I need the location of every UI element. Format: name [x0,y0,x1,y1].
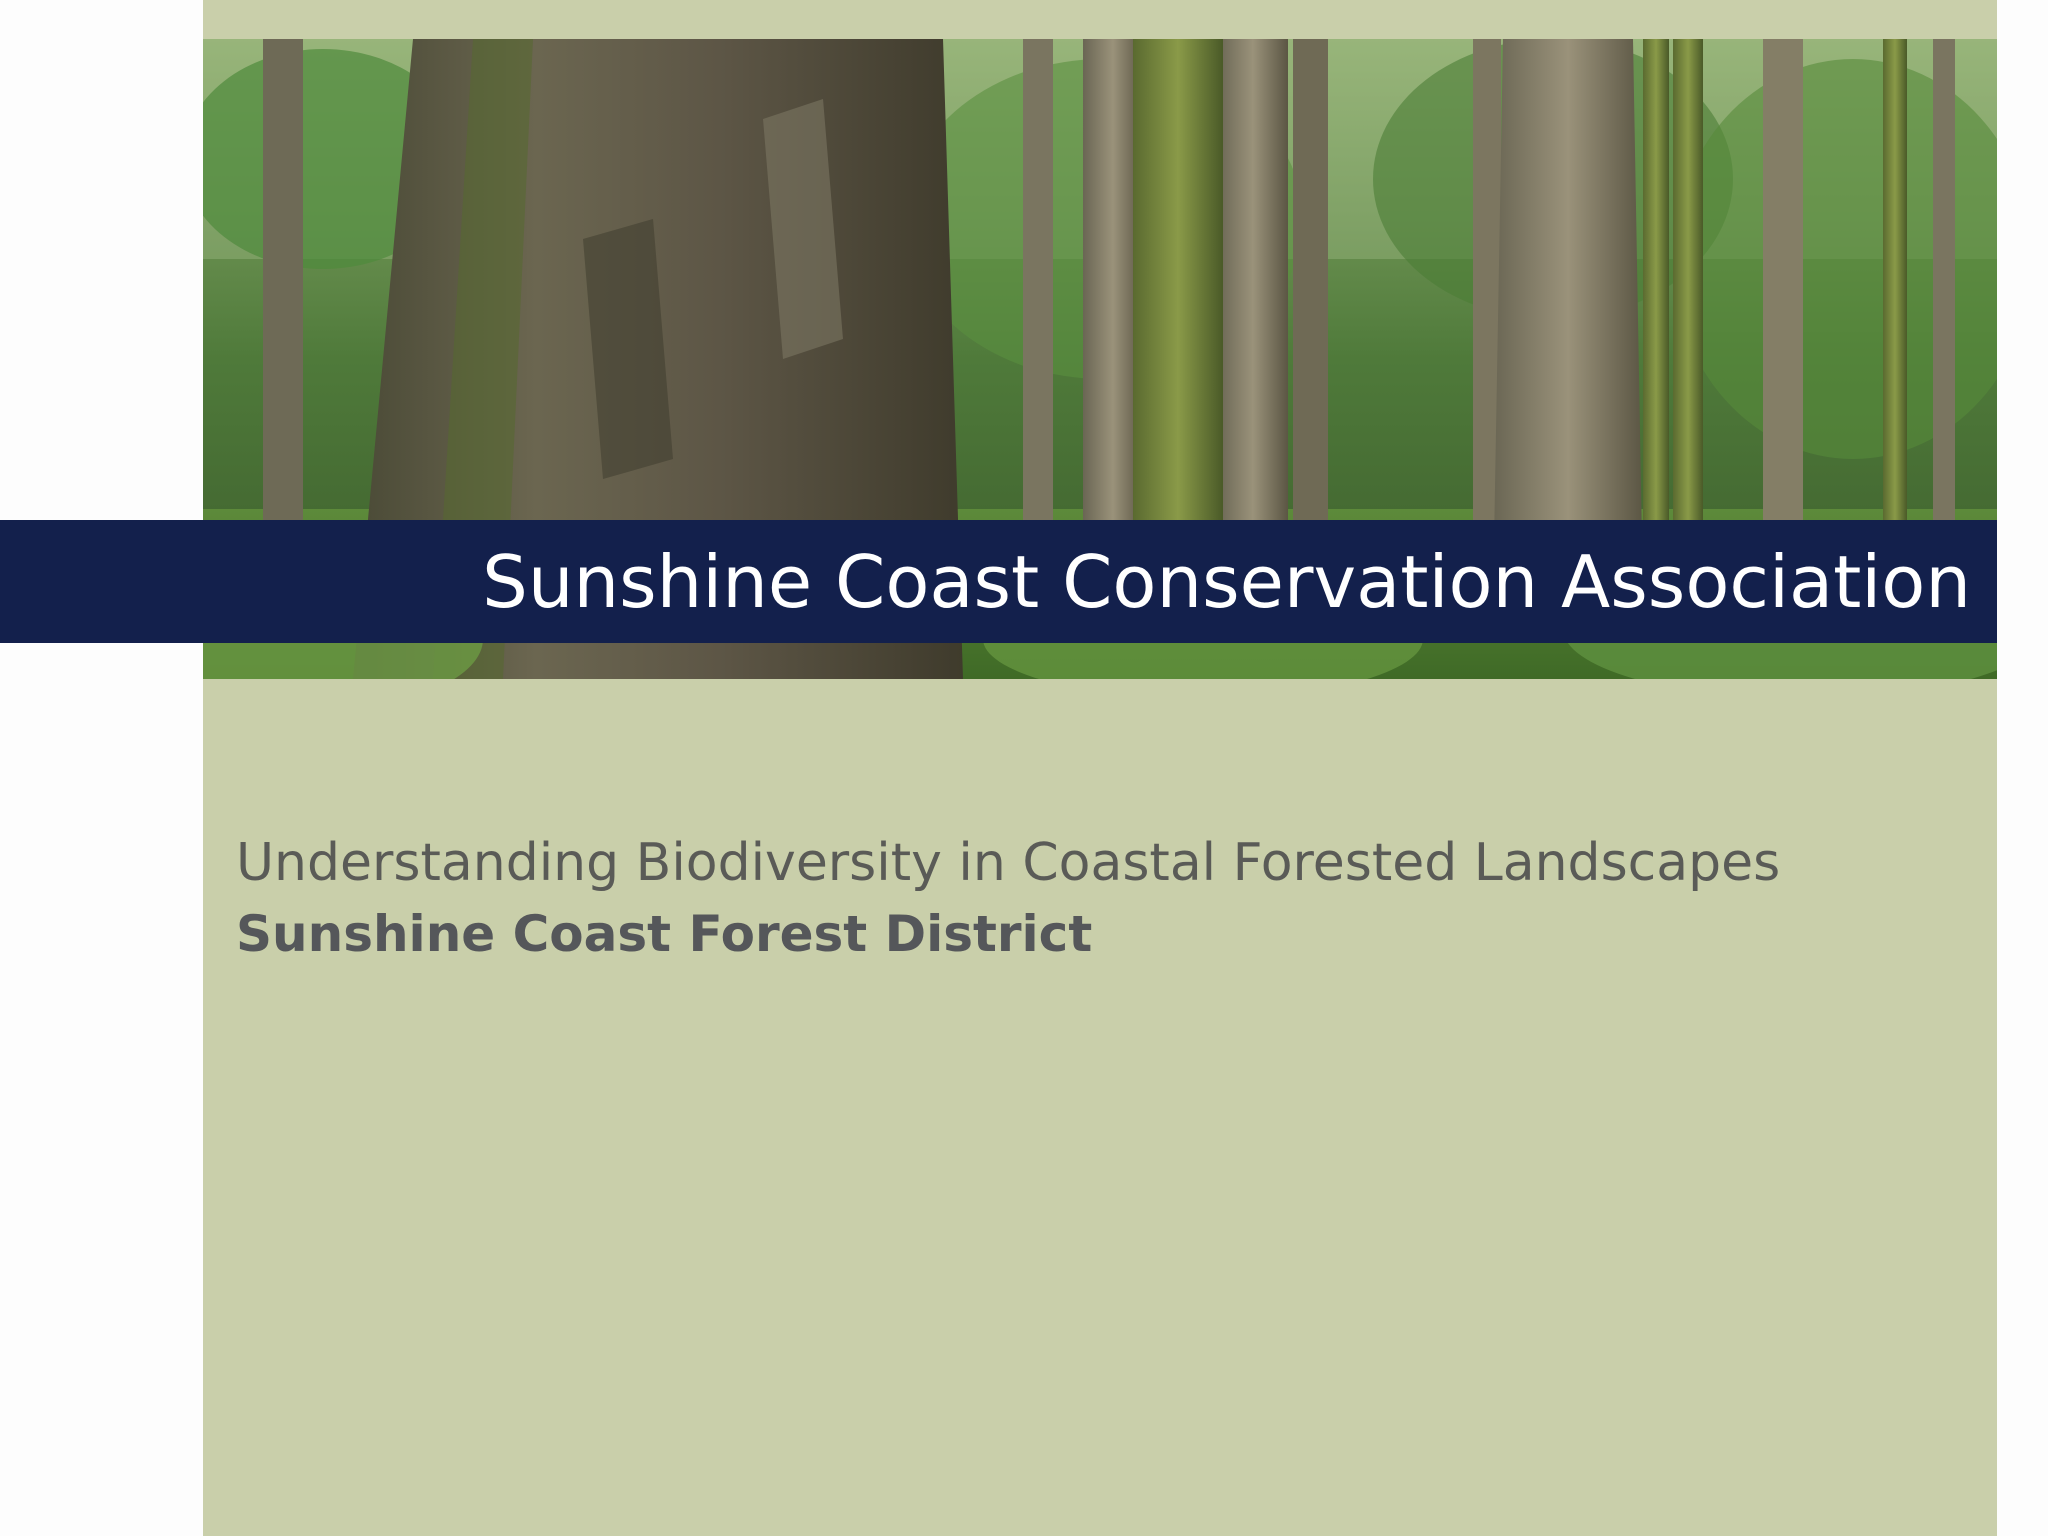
slide-title: Sunshine Coast Conservation Association [482,539,1971,624]
subtitle-district: Sunshine Coast Forest District [236,905,1093,963]
subtitle-topic: Understanding Biodiversity in Coastal Fo… [236,833,1781,893]
title-band: Sunshine Coast Conservation Association [0,520,1997,643]
subtitle-block: Understanding Biodiversity in Coastal Fo… [236,828,1976,970]
slide: Sunshine Coast Conservation Association … [0,0,2048,1536]
